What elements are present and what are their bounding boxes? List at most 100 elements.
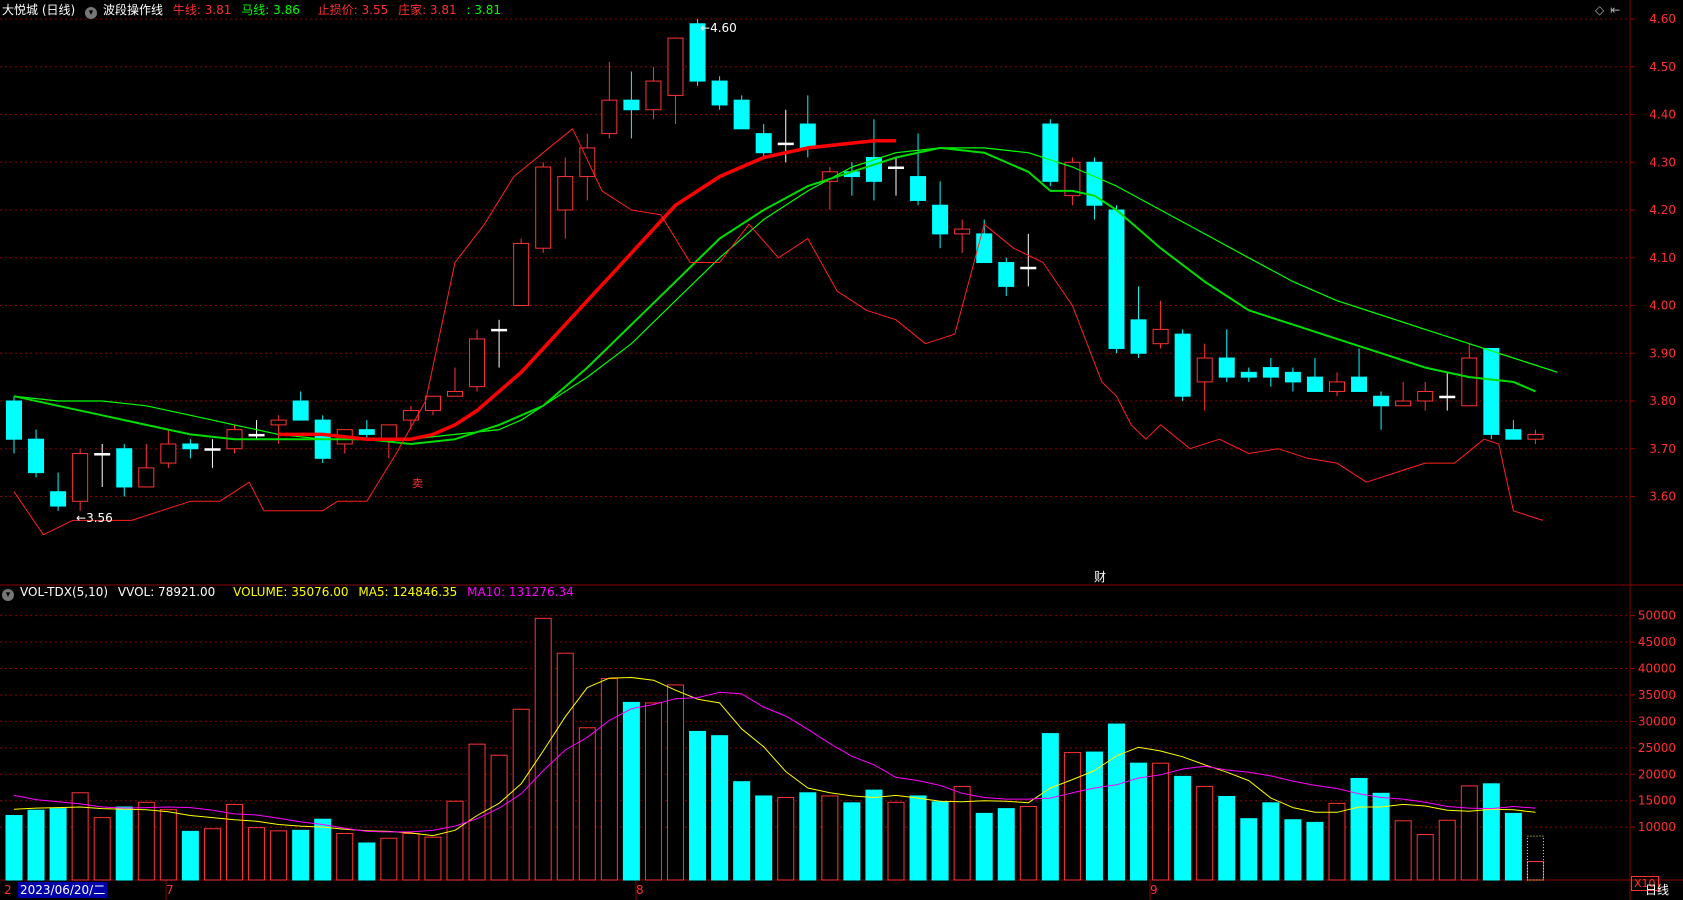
candle-body [557, 176, 574, 211]
candle-body [1527, 433, 1544, 440]
volume-bar [1394, 820, 1412, 881]
volume-bar [887, 801, 905, 881]
volume-bar [865, 789, 883, 881]
diamond-icon[interactable]: ◇ [1595, 3, 1604, 17]
candle-body [1218, 357, 1235, 378]
volume-bar [1152, 762, 1170, 881]
month-label: 9 [1150, 883, 1158, 897]
price-tick-label: 3.90 [1649, 346, 1676, 360]
candle-body [1284, 371, 1301, 383]
stop-loss-value: 止损价: 3.55 [317, 3, 389, 17]
candle-body [1174, 333, 1191, 397]
indicator-name[interactable]: 波段操作线 [103, 3, 163, 17]
volume-bar [821, 795, 839, 881]
candle-body [513, 242, 530, 307]
volume-bar [644, 702, 662, 881]
volume-bar [799, 792, 817, 881]
candle-body [535, 166, 552, 249]
candle-body [1439, 395, 1456, 399]
volume-bar [733, 781, 751, 881]
horse-line-slow [13, 147, 1558, 440]
candle-body [160, 443, 177, 464]
volume-bar [49, 808, 67, 881]
chart-canvas[interactable]: 4.60 4.50 4.40 4.30 4.20 4.10 4.00 3.90 3.80 3.70… [0, 0, 1683, 900]
volume-bar [1460, 785, 1478, 881]
volume-tick-label: 25000 [1638, 741, 1676, 755]
candle-body [72, 453, 89, 502]
volume-bar [336, 832, 354, 881]
candle-body [623, 99, 640, 111]
left-bar-icon[interactable]: ⇤ [1610, 3, 1620, 17]
candle-body [1483, 347, 1500, 435]
settings-circle-icon[interactable]: ▾ [2, 589, 14, 601]
volume-bar [203, 828, 221, 881]
volume-bar [1328, 802, 1346, 881]
candle-body [1152, 328, 1169, 345]
ma10-value: MA10: 131276.34 [467, 585, 574, 599]
volume-bar [1218, 795, 1236, 881]
volume-bar [358, 842, 376, 881]
volume-bar [1306, 821, 1324, 881]
volume-tick-label: 20000 [1638, 767, 1676, 781]
volume-bar [1085, 751, 1103, 881]
candle-body [910, 176, 927, 201]
volume-bar [5, 815, 23, 881]
candle-body [6, 400, 22, 440]
month-first: 2 [4, 883, 12, 897]
volume-bar [1504, 812, 1522, 881]
volume-bar [380, 837, 398, 881]
candle-body [799, 123, 816, 149]
candle-body [1395, 400, 1412, 407]
settings-circle-icon[interactable]: ▾ [85, 7, 98, 19]
volume-bar [137, 801, 155, 881]
candle-body [50, 491, 67, 507]
volume-bar [975, 812, 993, 881]
volume-bar [1438, 819, 1456, 881]
volume-bar [534, 617, 552, 881]
period-label[interactable]: 日线 [1645, 882, 1669, 898]
volume-bar [1174, 775, 1192, 881]
volume-bar [181, 830, 199, 881]
price-tick-label: 4.50 [1649, 60, 1676, 74]
candle-body [1262, 367, 1279, 378]
candle-body [976, 233, 993, 264]
candle-body [667, 37, 684, 96]
volume-tick-label: 50000 [1638, 609, 1676, 623]
volume-bar [424, 836, 442, 881]
dealer-value: 庄家: 3.81 [398, 3, 457, 17]
volume-bar [1482, 783, 1500, 881]
volume-bar [1108, 723, 1125, 881]
volume-bar [270, 830, 288, 881]
volume-tick-label: 10000 [1638, 820, 1676, 834]
candle-body [1306, 376, 1323, 392]
candle-body [998, 262, 1015, 287]
volume-bar [711, 735, 729, 881]
candle-body [28, 438, 45, 474]
volume-tick-label: 30000 [1638, 714, 1676, 728]
volume-bar [556, 652, 574, 881]
chart-window[interactable]: 4.60 4.50 4.40 4.30 4.20 4.10 4.00 3.90 3.80 3.70… [0, 0, 1683, 900]
candle-body [469, 338, 486, 388]
candle-body [579, 147, 596, 178]
volume-bar [1526, 860, 1544, 881]
volume-tick-label: 35000 [1638, 688, 1676, 702]
candle-body [1373, 395, 1390, 407]
date-cursor-tag: 2023/06/20/二 [18, 882, 108, 898]
volume-bar [248, 827, 266, 881]
candle-body [270, 419, 287, 426]
finance-marker[interactable]: 财 [1094, 569, 1106, 585]
volume-bar [1262, 802, 1280, 881]
volume-bar [512, 708, 530, 881]
price-tick-label: 4.30 [1649, 155, 1676, 169]
month-label: 8 [636, 883, 644, 897]
volume-bar [314, 818, 332, 881]
candle-body [204, 448, 221, 451]
volume-bar [1041, 733, 1059, 881]
candle-body [1108, 209, 1125, 349]
candle-body [424, 395, 441, 412]
vol-indicator-name[interactable]: VOL-TDX(5,10) [20, 585, 108, 599]
candle-body [491, 328, 508, 332]
volume-bar [843, 802, 861, 881]
candle-body [1196, 357, 1213, 383]
stock-title[interactable]: 大悦城 (日线) [2, 3, 75, 17]
